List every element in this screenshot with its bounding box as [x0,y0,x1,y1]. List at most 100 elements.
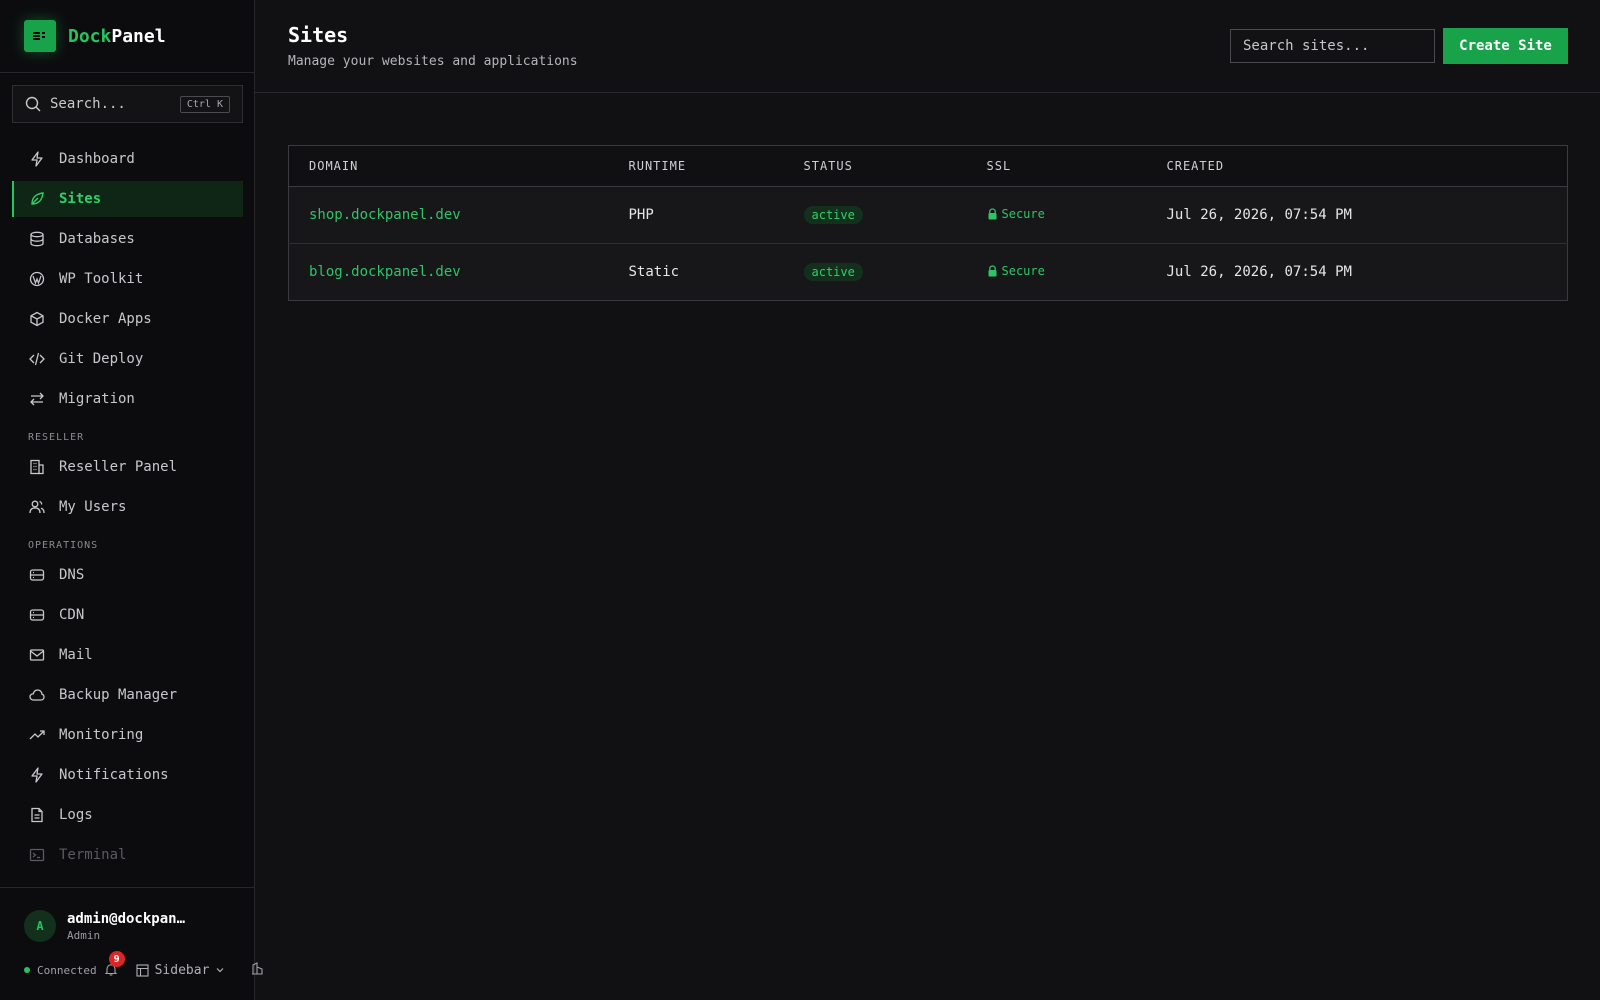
sidebar-item-label: My Users [59,499,127,515]
sidebar: DockPanel Search... Ctrl K Dashboard Sit… [0,0,263,1000]
search-icon [25,96,41,112]
sites-table: DOMAIN RUNTIME STATUS SSL CREATED shop.d… [288,145,1568,301]
status-badge: active [803,206,863,224]
search-sites-input[interactable] [1230,29,1435,63]
site-created: Jul 26, 2026, 07:54 PM [1166,243,1568,301]
search-shortcut-hint: Ctrl K [179,95,230,113]
avatar: A [24,910,56,942]
brand-name: DockPanel [68,26,166,47]
sidebar-item-label: Sites [59,191,102,207]
sidebar-item-wp-toolkit[interactable]: WP Toolkit [12,261,243,297]
database-icon [28,230,46,248]
sidebar-item-logs[interactable]: Logs [12,797,243,833]
server-icon [28,606,46,624]
footer-bar: Connected 9 Sidebar [24,951,264,978]
sidebar-item-label: Notifications [59,767,169,783]
notifications-button[interactable]: 9 [104,951,125,977]
status-badge: active [803,263,863,281]
sidebar-item-label: Dashboard [59,151,135,167]
site-domain-link[interactable]: shop.dockpanel.dev [309,207,461,223]
ssl-status: Secure [987,264,1045,278]
sidebar-item-databases[interactable]: Databases [12,221,243,257]
sidebar-item-label: Logs [59,807,93,823]
terminal-icon [28,846,46,864]
sidebar-item-sites[interactable]: Sites [12,181,243,217]
building-icon [28,458,46,476]
layout-toggle-button[interactable]: Sidebar [136,963,232,978]
main-content: Sites Manage your websites and applicati… [255,0,1600,1000]
sidebar-search-placeholder: Search... [50,96,126,112]
page-subtitle: Manage your websites and applications [288,54,578,69]
sidebar-search[interactable]: Search... Ctrl K [12,85,243,123]
sidebar-item-cdn[interactable]: CDN [12,597,243,633]
sidebar-footer: A admin@dockpanel.dev Admin Connected 9 … [0,887,263,1000]
site-runtime: Static [628,243,804,301]
site-created: Jul 26, 2026, 07:54 PM [1166,186,1568,244]
section-label-reseller: RESELLER [28,432,85,443]
column-header-status[interactable]: STATUS [803,145,987,187]
column-header-ssl[interactable]: SSL [986,145,1167,187]
sidebar-item-notifications[interactable]: Notifications [12,757,243,793]
lock-icon [988,207,996,219]
server-icon [28,566,46,584]
column-header-domain[interactable]: DOMAIN [288,145,629,187]
sidebar-item-label: Docker Apps [59,311,152,327]
user-profile[interactable]: A admin@dockpanel.dev Admin [24,910,189,942]
sidebar-item-monitoring[interactable]: Monitoring [12,717,243,753]
connection-status-dot [24,967,30,973]
user-role: Admin [67,928,101,942]
sidebar-item-dns[interactable]: DNS [12,557,243,593]
site-runtime: PHP [628,186,804,244]
sidebar-item-git-deploy[interactable]: Git Deploy [12,341,243,377]
sidebar-item-label: Backup Manager [59,687,178,703]
sidebar-item-mail[interactable]: Mail [12,637,243,673]
mail-icon [28,646,46,664]
column-header-runtime[interactable]: RUNTIME [628,145,804,187]
sidebar-item-label: Monitoring [59,727,144,743]
brand[interactable]: DockPanel [0,0,254,73]
sidebar-item-label: Terminal [59,847,127,863]
sidebar-item-label: Git Deploy [59,351,144,367]
column-header-created[interactable]: CREATED [1166,145,1568,187]
sidebar-item-label: WP Toolkit [59,271,144,287]
sidebar-item-label: DNS [59,567,85,583]
sidebar-item-label: Databases [59,231,135,247]
ssl-status: Secure [987,207,1045,221]
dockpanel-logo-icon [24,20,56,52]
notification-count-badge: 9 [108,951,125,967]
table-row[interactable]: shop.dockpanel.dev PHP active Secure Jul… [288,186,1568,244]
users-icon [28,498,46,516]
lock-icon [988,264,996,276]
cube-icon [28,310,46,328]
sidebar-item-docker-apps[interactable]: Docker Apps [12,301,243,337]
page-header: Sites Manage your websites and applicati… [255,0,1600,93]
arrows-icon [28,390,46,408]
page-title: Sites [288,23,349,47]
sidebar-item-dashboard[interactable]: Dashboard [12,141,243,177]
trend-icon [28,726,46,744]
chevron-down-icon [216,968,224,973]
cloud-icon [28,686,46,704]
file-icon [28,806,46,824]
sidebar-item-backup-manager[interactable]: Backup Manager [12,677,243,713]
layout-label: Sidebar [154,962,210,978]
layout-icon [136,963,149,977]
bolt-icon [28,150,46,168]
bolt-icon [28,766,46,784]
sidebar-item-migration[interactable]: Migration [12,381,243,417]
create-site-button[interactable]: Create Site [1443,28,1568,64]
sidebar-item-label: Migration [59,391,135,407]
sidebar-item-reseller-panel[interactable]: Reseller Panel [12,449,243,485]
wordpress-icon [28,270,46,288]
sidebar-item-my-users[interactable]: My Users [12,489,243,525]
sidebar-item-terminal[interactable]: Terminal [12,837,243,873]
sidebar-item-label: Reseller Panel [59,459,178,475]
sidebar-item-label: CDN [59,607,85,623]
user-email: admin@dockpanel.dev [67,910,189,927]
table-row[interactable]: blog.dockpanel.dev Static active Secure … [288,243,1568,301]
sidebar-item-label: Mail [59,647,93,663]
site-domain-link[interactable]: blog.dockpanel.dev [309,264,461,280]
ssl-label: Secure [1001,206,1045,221]
brand-name-part1: Dock [68,25,112,47]
connection-status: Connected [37,963,97,977]
